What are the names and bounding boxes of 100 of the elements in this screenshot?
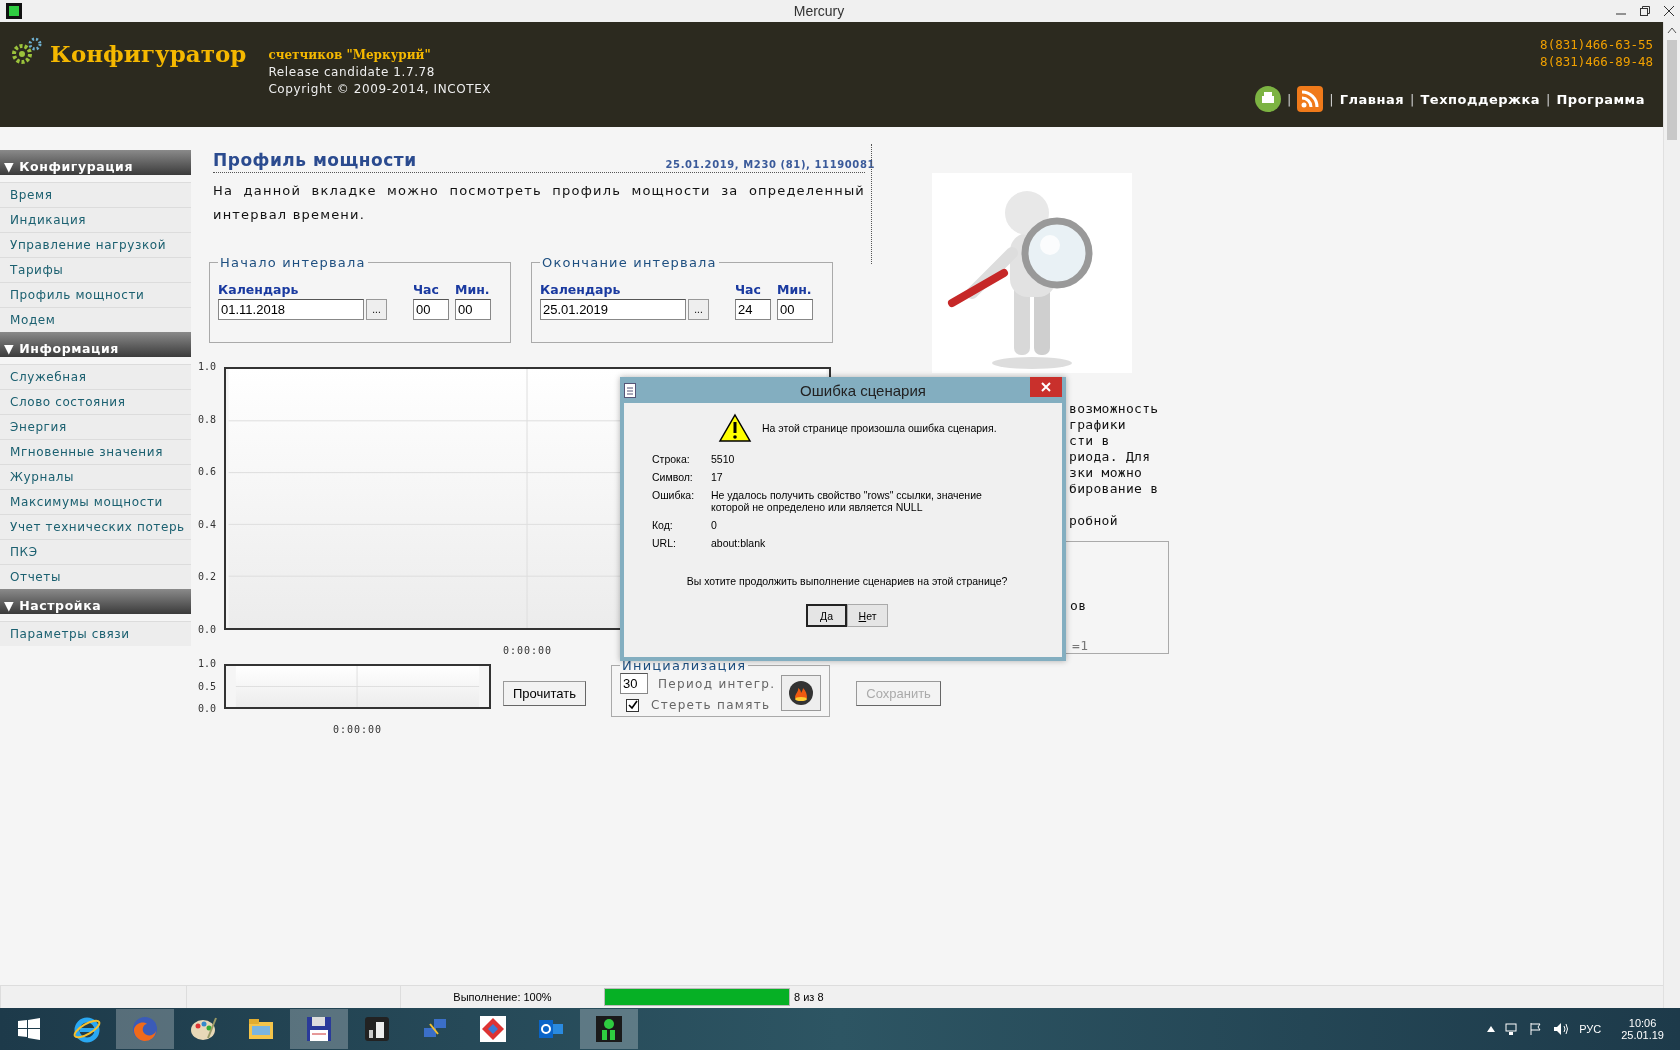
dialog-button[interactable]: Нет — [847, 604, 888, 627]
text-fragment: бирование в — [1069, 481, 1160, 497]
diamond-app-icon[interactable] — [478, 1014, 508, 1044]
nav-link[interactable]: Главная — [1339, 91, 1405, 107]
close-icon[interactable] — [1664, 6, 1674, 16]
date-picker-button[interactable]: ... — [366, 299, 387, 320]
close-button[interactable] — [1030, 377, 1062, 397]
dialog-button[interactable]: Да — [806, 604, 847, 627]
tray-arrow-icon[interactable] — [1487, 1026, 1496, 1032]
volume-icon[interactable] — [1553, 1022, 1570, 1036]
date-picker-button[interactable]: ... — [688, 299, 709, 320]
sidebar-item[interactable]: Энергия — [0, 414, 191, 439]
app-name: Конфигуратор — [50, 40, 247, 67]
period-field[interactable]: 30 — [620, 673, 649, 694]
sidebar-section-header[interactable]: ▼ Конфигурация — [0, 150, 191, 175]
read-button[interactable]: Прочитать — [503, 681, 587, 706]
date-field[interactable]: 01.11.2018 — [218, 299, 364, 320]
scrollbar-thumb[interactable] — [1667, 40, 1677, 140]
group-legend: Инициализация — [620, 658, 749, 673]
hour-field[interactable]: 00 — [413, 299, 449, 320]
sidebar-item[interactable]: ПКЭ — [0, 539, 191, 564]
field-label: URL: — [652, 537, 677, 549]
sidebar-item[interactable]: Время — [0, 182, 191, 207]
field-label: Мин. — [455, 282, 491, 297]
field-label: Ошибка: — [652, 489, 696, 503]
network-icon[interactable] — [1505, 1022, 1520, 1036]
sidebar-section-header[interactable]: ▼ Информация — [0, 332, 191, 357]
sidebar-item[interactable]: Мгновенные значения — [0, 439, 191, 464]
app-icon — [6, 3, 22, 19]
page-description: На данной вкладке можно посмотреть профиль мощности за определенный интервал времени. — [213, 182, 865, 224]
copyright-text: Copyright © 2009-2014, INCOTEX — [268, 82, 492, 96]
device-info: 25.01.2019, M230 (81), 11190081 — [665, 159, 875, 170]
clock-date[interactable]: 25.01.19 — [1621, 1029, 1664, 1041]
separator: | — [1286, 91, 1292, 107]
text-fragment: зки можно — [1069, 465, 1144, 481]
axis-tick-label: 0.4 — [198, 517, 218, 532]
language-indicator[interactable]: РУС — [1579, 1023, 1602, 1035]
phone-number: 8(831)466-89-48 — [1540, 53, 1653, 70]
warning-icon — [718, 413, 752, 443]
axis-tick-label: 1.0 — [198, 360, 218, 374]
sidebar-item[interactable]: Параметры связи — [0, 621, 191, 646]
date-field[interactable]: 25.01.2019 — [540, 299, 686, 320]
progress-count: 8 из 8 — [794, 991, 824, 1003]
sidebar-item[interactable]: Слово состояния — [0, 389, 191, 414]
sidebar-item[interactable]: Профиль мощности — [0, 282, 191, 307]
field-label: Календарь — [218, 282, 300, 297]
field-value: about:blank — [711, 537, 767, 549]
document-icon — [624, 382, 636, 398]
text-fragment: риода. Для — [1069, 449, 1152, 465]
text-fragment: =1 — [1072, 638, 1089, 654]
sidebar-item[interactable]: Журналы — [0, 464, 191, 489]
separator: | — [1546, 91, 1551, 107]
field-label: Символ: — [652, 471, 694, 483]
sidebar-item[interactable]: Тарифы — [0, 257, 191, 282]
fire-button[interactable] — [781, 674, 822, 711]
axis-time-label: 0:00:00 — [332, 724, 383, 735]
text-fragment: графики — [1069, 417, 1127, 433]
sidebar-item[interactable]: Отчеты — [0, 564, 191, 589]
sidebar-item[interactable]: Максимумы мощности — [0, 489, 191, 514]
dialog-title: Ошибка сценария — [799, 381, 927, 399]
printer-icon[interactable] — [1254, 86, 1281, 112]
scroll-up-icon[interactable] — [1667, 26, 1677, 34]
rss-icon[interactable] — [1297, 86, 1324, 112]
sidebar-item[interactable]: Индикация — [0, 207, 191, 232]
flag-icon[interactable] — [1529, 1022, 1544, 1036]
nav-link[interactable]: Техподдержка — [1420, 91, 1541, 107]
field-label: Мин. — [777, 282, 813, 297]
nav-link[interactable]: Программа — [1556, 91, 1645, 107]
dark-app-icon[interactable] — [362, 1014, 392, 1044]
restore-icon[interactable] — [1640, 6, 1650, 16]
app-subtitle: счетчиков "Меркурий" — [268, 48, 432, 62]
axis-tick-label: 0.0 — [198, 622, 218, 637]
windows-logo-icon — [18, 1018, 40, 1040]
field-label: Строка: — [652, 453, 691, 465]
minute-field[interactable]: 00 — [455, 299, 491, 320]
version-text: Release candidate 1.7.78 — [268, 65, 437, 79]
sidebar-section-header[interactable]: ▼ Настройка — [0, 589, 191, 614]
group-legend: Окончание интервала — [540, 255, 719, 270]
gears-icon — [10, 36, 44, 66]
field-value: 0 — [711, 519, 718, 531]
separator: | — [1329, 91, 1334, 107]
separator: | — [1410, 91, 1415, 107]
sidebar-item[interactable]: Управление нагрузкой — [0, 232, 191, 257]
axis-tick-label: 0.2 — [198, 570, 218, 585]
sidebar-item[interactable]: Учет технических потерь — [0, 514, 191, 539]
axis-tick-label: 1.0 — [198, 657, 218, 671]
text-fragment: сти в — [1069, 433, 1111, 449]
sidebar-item[interactable]: Служебная — [0, 364, 191, 389]
field-label: Час — [735, 282, 762, 297]
figure-app-icon[interactable] — [594, 1014, 624, 1044]
field-label: Час — [413, 282, 440, 297]
sidebar-item[interactable]: Модем — [0, 307, 191, 332]
clock-time[interactable]: 10:06 — [1628, 1017, 1657, 1029]
page-title: Профиль мощности — [213, 150, 417, 170]
dialog-question: Вы хотите продолжить выполнение сценариев на этой странице? — [685, 575, 1009, 587]
checkbox[interactable] — [626, 698, 640, 712]
axis-time-label: 0:00:00 — [502, 645, 553, 656]
hour-field[interactable]: 24 — [735, 299, 771, 320]
window-title: Mercury — [792, 3, 846, 19]
minute-field[interactable]: 00 — [777, 299, 813, 320]
